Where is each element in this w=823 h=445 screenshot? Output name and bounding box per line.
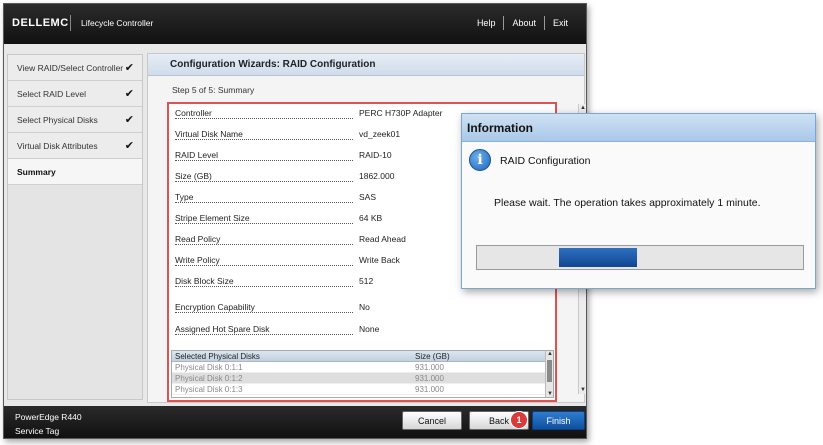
scroll-down-icon[interactable]: ▼: [546, 391, 554, 397]
dialog-heading: RAID Configuration: [500, 155, 591, 167]
disk-name: Physical Disk 0:1:1: [175, 363, 243, 372]
progress-bar: [476, 245, 804, 270]
summary-label: Encryption Capability: [175, 302, 256, 312]
summary-row-hot-spare: Assigned Hot Spare Disk None: [175, 324, 475, 336]
summary-value: 64 KB: [359, 213, 383, 223]
sidebar-item-virtual-disk-attributes[interactable]: Virtual Disk Attributes ✔: [8, 133, 142, 159]
summary-value: vd_zeek01: [359, 129, 401, 139]
summary-label: Type: [175, 192, 195, 202]
page-title: Configuration Wizards: RAID Configuratio…: [148, 54, 584, 76]
sidebar-item-summary[interactable]: Summary: [8, 159, 142, 185]
scroll-up-icon[interactable]: ▲: [546, 351, 554, 357]
summary-label: Disk Block Size: [175, 276, 235, 286]
scroll-down-icon[interactable]: ▼: [579, 387, 586, 393]
scroll-thumb[interactable]: [547, 360, 552, 382]
summary-value: 512: [359, 276, 374, 286]
information-dialog: Information i RAID Configuration Please …: [461, 113, 816, 289]
summary-value: 1862.000: [359, 171, 395, 181]
table-row[interactable]: Physical Disk 0:1:1 931.000: [172, 362, 553, 373]
column-header-size: Size (GB): [415, 352, 450, 361]
table-scrollbar[interactable]: ▲ ▼: [545, 351, 553, 397]
dell-emc-logo: DELLEMC: [12, 17, 69, 29]
column-header-disks: Selected Physical Disks: [175, 352, 260, 361]
disk-size: 931.000: [415, 374, 444, 383]
service-tag: Service Tag: [15, 426, 60, 436]
brand-divider: [70, 15, 71, 31]
dialog-message: Please wait. The operation takes approxi…: [494, 197, 761, 209]
summary-value: RAID-10: [359, 150, 392, 160]
summary-label: Size (GB): [175, 171, 213, 181]
disk-name: Physical Disk 0:1:3: [175, 385, 243, 394]
app-title: Lifecycle Controller: [81, 18, 154, 28]
summary-row-encryption: Encryption Capability No: [175, 302, 475, 314]
summary-row-block-size: Disk Block Size 512: [175, 276, 475, 288]
disk-size: 931.000: [415, 385, 444, 394]
sidebar-item-view-raid[interactable]: View RAID/Select Controller ✔: [8, 55, 142, 81]
exit-link[interactable]: Exit: [545, 18, 576, 28]
summary-label: Stripe Element Size: [175, 213, 251, 223]
sidebar-item-label: View RAID/Select Controller: [17, 62, 124, 73]
summary-row-vd-name: Virtual Disk Name vd_zeek01: [175, 129, 475, 141]
server-model: PowerEdge R440: [15, 412, 82, 422]
summary-value: None: [359, 324, 380, 334]
wizard-steps-sidebar: View RAID/Select Controller ✔ Select RAI…: [7, 54, 143, 400]
summary-row-stripe-size: Stripe Element Size 64 KB: [175, 213, 475, 225]
summary-label: Assigned Hot Spare Disk: [175, 324, 271, 334]
summary-value: SAS: [359, 192, 377, 202]
finish-button[interactable]: Finish: [532, 411, 585, 430]
sidebar-item-physical-disks[interactable]: Select Physical Disks ✔: [8, 107, 142, 133]
top-bar: DELLEMC Lifecycle Controller Help About …: [4, 4, 586, 44]
summary-value: Read Ahead: [359, 234, 406, 244]
summary-row-write-policy: Write Policy Write Back: [175, 255, 475, 267]
progress-bar-fill: [558, 248, 637, 267]
checkmark-icon: ✔: [124, 62, 134, 74]
checkmark-icon: ✔: [124, 114, 134, 126]
summary-value: Write Back: [359, 255, 400, 265]
top-links: Help About Exit: [469, 16, 576, 30]
summary-row-raid-level: RAID Level RAID-10: [175, 150, 475, 162]
summary-label: Virtual Disk Name: [175, 129, 244, 139]
checkmark-icon: ✔: [124, 88, 134, 100]
selected-disks-table: Selected Physical Disks Size (GB) Physic…: [171, 350, 554, 398]
sidebar-item-label: Summary: [17, 166, 56, 177]
summary-row-read-policy: Read Policy Read Ahead: [175, 234, 475, 246]
summary-row-controller: Controller PERC H730P Adapter: [175, 108, 475, 120]
info-icon: i: [469, 149, 491, 171]
dialog-title: Information: [462, 114, 815, 142]
table-row[interactable]: Physical Disk 0:1:3 931.000: [172, 384, 553, 395]
table-row[interactable]: Physical Disk 0:1:2 931.000: [172, 373, 553, 384]
summary-value: No: [359, 302, 370, 312]
checkmark-icon: ✔: [124, 140, 134, 152]
disk-size: 931.000: [415, 363, 444, 372]
callout-badge: 1: [510, 411, 528, 429]
summary-label: RAID Level: [175, 150, 219, 160]
sidebar-item-label: Virtual Disk Attributes: [17, 140, 98, 151]
summary-label: Controller: [175, 108, 213, 118]
summary-label: Read Policy: [175, 234, 222, 244]
scroll-up-icon[interactable]: ▲: [579, 105, 586, 111]
sidebar-item-raid-level[interactable]: Select RAID Level ✔: [8, 81, 142, 107]
table-header: Selected Physical Disks Size (GB): [172, 351, 553, 362]
summary-value: PERC H730P Adapter: [359, 108, 443, 118]
summary-row-size: Size (GB) 1862.000: [175, 171, 475, 183]
about-link[interactable]: About: [504, 18, 544, 28]
summary-row-type: Type SAS: [175, 192, 475, 204]
disk-name: Physical Disk 0:1:2: [175, 374, 243, 383]
cancel-button[interactable]: Cancel: [402, 411, 462, 430]
help-link[interactable]: Help: [469, 18, 504, 28]
step-indicator: Step 5 of 5: Summary: [172, 85, 255, 95]
sidebar-item-label: Select Physical Disks: [17, 114, 98, 125]
summary-label: Write Policy: [175, 255, 221, 265]
sidebar-item-label: Select RAID Level: [17, 88, 86, 99]
footer-bar: PowerEdge R440 Service Tag Cancel Back 1…: [4, 406, 586, 438]
